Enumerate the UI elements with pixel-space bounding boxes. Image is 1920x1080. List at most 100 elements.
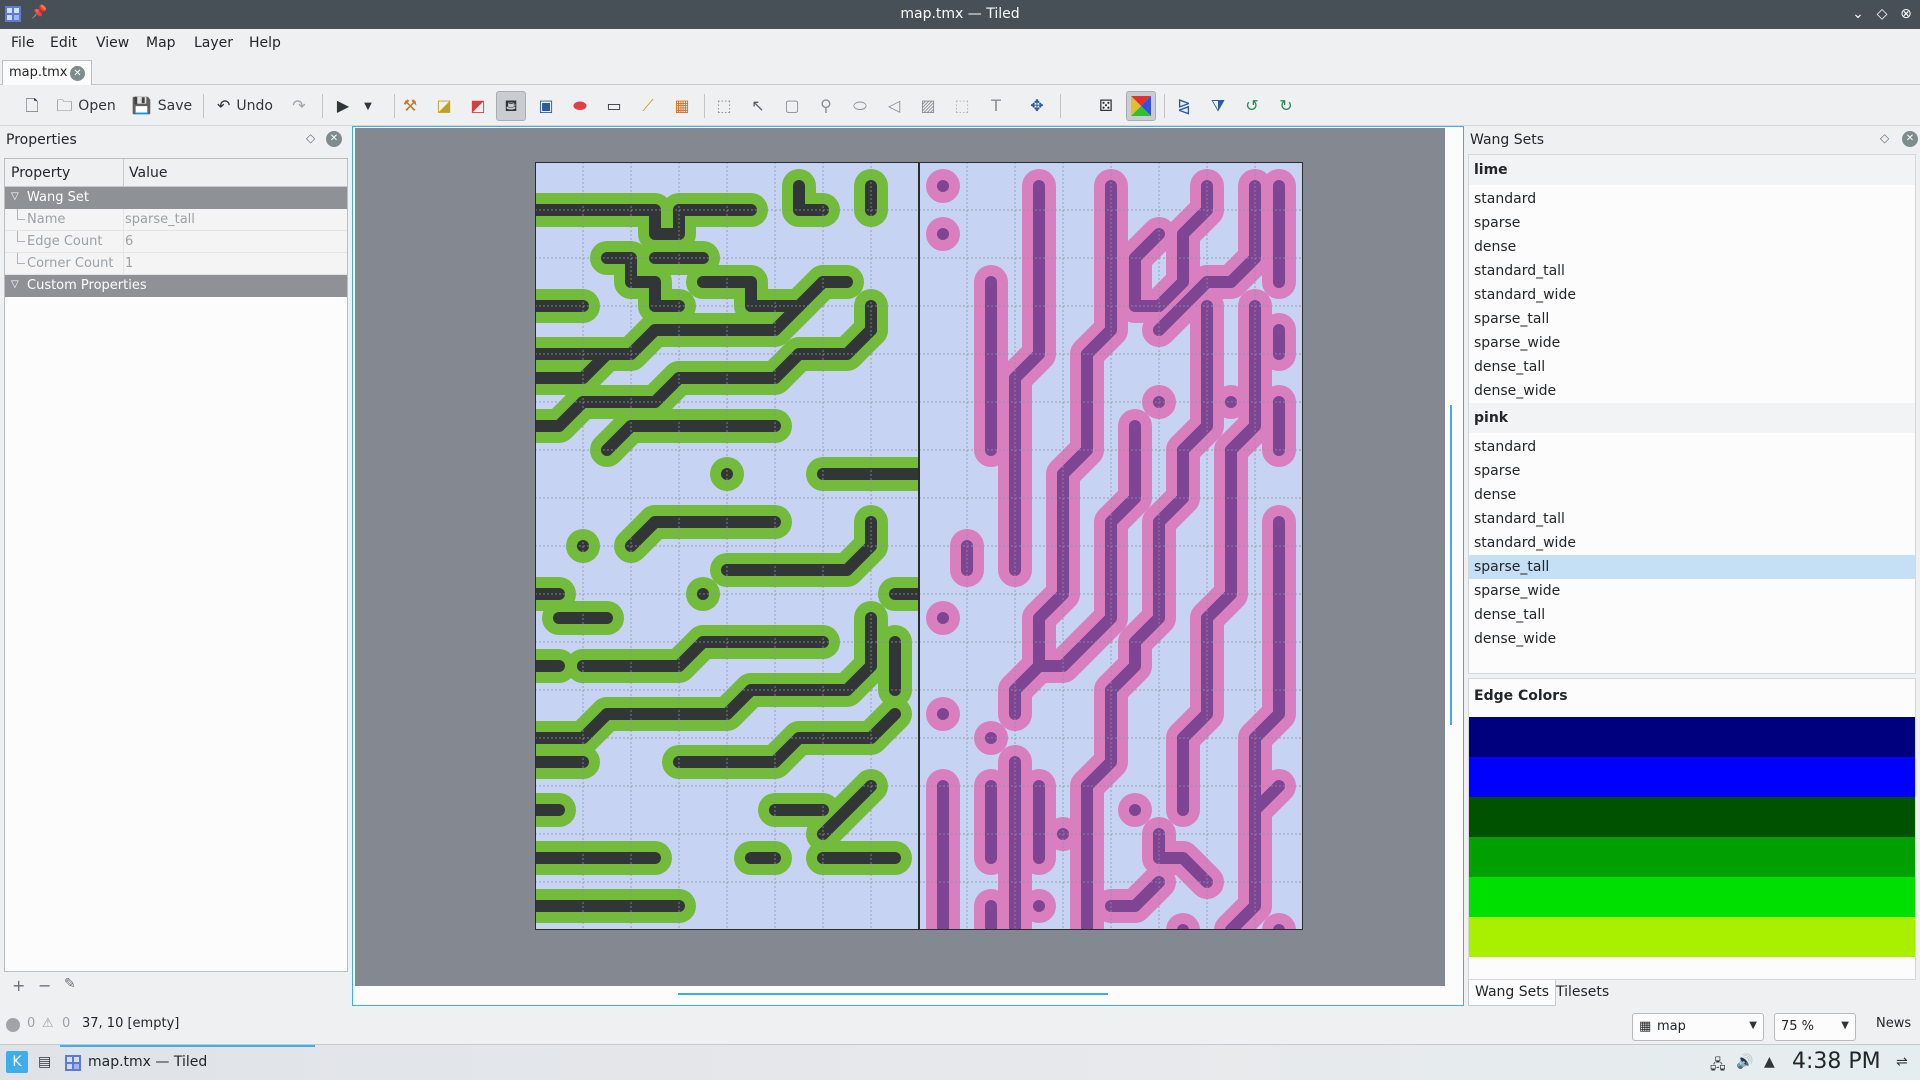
wang-group-pink[interactable]: pink [1469, 403, 1915, 433]
tile-map[interactable] [535, 162, 1303, 930]
flip-horizontal-button[interactable]: ⧎ [1170, 91, 1198, 121]
edge-color-swatch[interactable] [1469, 797, 1915, 837]
list-item[interactable]: sparse [1469, 211, 1915, 235]
shape-fill-button[interactable]: ▣ [532, 91, 560, 121]
edge-color-swatch[interactable] [1469, 757, 1915, 797]
select-objects-button[interactable]: ⬚ [710, 91, 738, 121]
minimize-icon[interactable]: ⌄ [1848, 4, 1868, 24]
list-item[interactable]: dense_wide [1469, 379, 1915, 403]
panel-settings-icon[interactable]: ⇌ [1896, 1054, 1908, 1070]
list-item[interactable]: dense_tall [1469, 603, 1915, 627]
zoom-combo[interactable]: 75 % ▼ [1774, 1013, 1856, 1041]
horizontal-scrollbar[interactable] [678, 993, 1108, 995]
insert-ellipse-button[interactable]: ⬭ [846, 91, 874, 121]
property-row-name[interactable]: Name sparse_tall [5, 209, 347, 231]
close-panel-icon[interactable]: ✕ [326, 131, 342, 147]
list-item[interactable]: dense [1469, 483, 1915, 507]
select-same-tile-button[interactable]: ▦ [668, 91, 696, 121]
rotate-right-button[interactable]: ↻ [1272, 91, 1300, 121]
layer-combo[interactable]: ▦ map ▼ [1632, 1013, 1764, 1041]
list-item[interactable]: standard_wide [1469, 531, 1915, 555]
bucket-fill-button[interactable]: ⛾ [496, 91, 526, 121]
close-icon[interactable]: ⊗ [1896, 4, 1916, 24]
add-property-icon[interactable]: + [12, 976, 25, 995]
insert-polygon-button[interactable]: ◁ [880, 91, 908, 121]
eraser-button[interactable]: ⬬ [566, 91, 594, 121]
insert-point-button[interactable]: ⚲ [812, 91, 840, 121]
tab-wang-sets[interactable]: Wang Sets [1468, 980, 1557, 1006]
property-row-edge-count[interactable]: Edge Count 6 [5, 231, 347, 253]
close-tab-icon[interactable]: ✕ [70, 66, 85, 81]
stamp-brush-button[interactable]: ⚒ [396, 91, 424, 121]
menu-map[interactable]: Map [146, 35, 176, 51]
edge-color-swatch[interactable] [1469, 877, 1915, 917]
list-item[interactable]: standard [1469, 435, 1915, 459]
rename-property-icon[interactable]: ✎ [64, 976, 76, 992]
network-icon[interactable]: 🖧 [1710, 1054, 1726, 1078]
redo-button[interactable]: ↷ [286, 91, 312, 121]
list-item[interactable]: sparse_wide [1469, 331, 1915, 355]
list-item[interactable]: standard_tall [1469, 507, 1915, 531]
vertical-scrollbar[interactable] [1450, 405, 1452, 725]
save-button[interactable]: 💾 Save [132, 91, 192, 121]
pager-icon[interactable]: ▤ [38, 1054, 51, 1070]
kde-launcher-icon[interactable]: K [6, 1051, 28, 1073]
tab-tilesets[interactable]: Tilesets [1550, 980, 1615, 1006]
list-item[interactable]: dense_wide [1469, 627, 1915, 651]
group-wang-set[interactable]: ▽ Wang Set [5, 187, 347, 209]
tray-expand-icon[interactable]: ▲ [1764, 1054, 1775, 1070]
wang-brush-button[interactable]: ◩ [464, 91, 492, 121]
menu-edit[interactable]: Edit [50, 35, 77, 51]
list-item[interactable]: standard_tall [1469, 259, 1915, 283]
list-item-selected[interactable]: sparse_tall [1469, 555, 1915, 579]
flip-vertical-button[interactable]: ⧩ [1204, 91, 1232, 121]
list-item[interactable]: dense_tall [1469, 355, 1915, 379]
command-dropdown[interactable]: ▼ [358, 91, 378, 121]
rotate-left-button[interactable]: ↺ [1238, 91, 1266, 121]
property-row-corner-count[interactable]: Corner Count 1 [5, 253, 347, 275]
layer-offset-button[interactable]: ✥ [1022, 91, 1052, 121]
clock[interactable]: 4:38 PM [1792, 1049, 1881, 1074]
list-item[interactable]: standard_wide [1469, 283, 1915, 307]
menu-view[interactable]: View [96, 35, 129, 51]
undo-button[interactable]: ↶ Undo [214, 91, 276, 121]
volume-icon[interactable]: 🔊 [1736, 1054, 1753, 1070]
edge-color-swatch[interactable] [1469, 837, 1915, 877]
menu-file[interactable]: File [11, 35, 34, 51]
list-item[interactable]: sparse [1469, 459, 1915, 483]
command-button[interactable]: ▶ [330, 91, 356, 121]
map-canvas-area[interactable] [355, 128, 1445, 986]
random-mode-button[interactable]: ⚄ [1092, 91, 1120, 121]
edge-color-swatch[interactable] [1469, 717, 1915, 757]
insert-template-button[interactable]: ⬚ [948, 91, 976, 121]
insert-text-button[interactable]: T [982, 91, 1010, 121]
wang-group-lime[interactable]: lime [1469, 155, 1915, 185]
column-property[interactable]: Property [11, 165, 70, 181]
float-panel-icon[interactable]: ◇ [1880, 131, 1889, 145]
remove-property-icon[interactable]: − [38, 976, 51, 995]
menu-help[interactable]: Help [249, 35, 281, 51]
terrain-brush-button[interactable]: ◪ [430, 91, 458, 121]
group-custom-properties[interactable]: ▽ Custom Properties [5, 275, 347, 297]
warning-icon[interactable]: ⚠ [42, 1016, 54, 1031]
float-panel-icon[interactable]: ◇ [306, 131, 315, 145]
column-value[interactable]: Value [129, 165, 167, 181]
open-button[interactable]: 🗀 Open [54, 91, 118, 121]
edit-polygons-button[interactable]: ↖ [744, 91, 772, 121]
insert-rectangle-button[interactable]: ▢ [778, 91, 806, 121]
magic-wand-button[interactable]: ⟋ [634, 91, 662, 121]
close-panel-icon[interactable]: ✕ [1902, 131, 1918, 147]
wang-fill-mode-button[interactable] [1126, 91, 1156, 121]
new-map-button[interactable]: 🗋 [18, 91, 46, 121]
task-tiled[interactable]: map.tmx — Tiled [88, 1054, 207, 1070]
list-item[interactable]: standard [1469, 187, 1915, 211]
map-view[interactable] [352, 126, 1464, 1006]
edge-color-swatch[interactable] [1469, 917, 1915, 957]
tab-map-tmx[interactable]: map.tmx ✕ [2, 60, 92, 85]
maximize-icon[interactable]: ◇ [1872, 4, 1892, 24]
rect-select-button[interactable]: ▭ [600, 91, 628, 121]
insert-tile-button[interactable]: ▨ [914, 91, 942, 121]
error-icon[interactable] [6, 1018, 20, 1032]
menu-layer[interactable]: Layer [194, 35, 233, 51]
list-item[interactable]: sparse_tall [1469, 307, 1915, 331]
